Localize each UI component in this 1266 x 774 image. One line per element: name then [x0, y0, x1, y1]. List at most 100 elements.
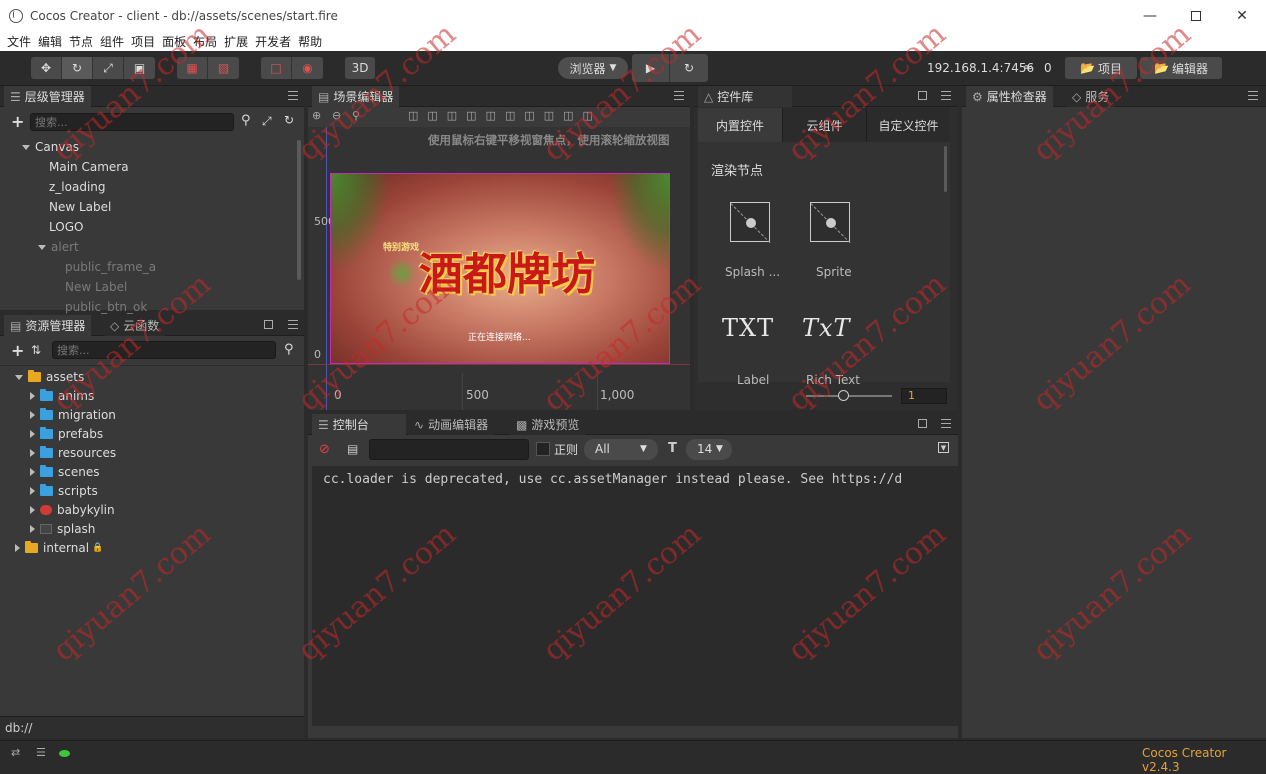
asset-item[interactable]: assets: [15, 367, 84, 387]
close-button[interactable]: ✕: [1219, 0, 1265, 31]
open-project-button[interactable]: 📂 项目: [1065, 57, 1137, 79]
richtext-txt-icon[interactable]: TxT: [802, 314, 851, 342]
menu-icon[interactable]: [941, 419, 951, 428]
zoom-slider-track[interactable]: [806, 395, 892, 397]
collapse-arrow-icon[interactable]: [30, 525, 35, 533]
tab-services[interactable]: ◇ 服务: [1066, 86, 1116, 107]
hierarchy-search-input[interactable]: 搜索...: [30, 113, 234, 131]
regex-checkbox[interactable]: [536, 442, 550, 456]
maximize-panel-icon[interactable]: [264, 320, 273, 329]
local-pivot-icon[interactable]: ▦: [177, 57, 208, 79]
library-scrollbar[interactable]: [944, 146, 947, 192]
font-size-select[interactable]: 14 ▼: [686, 439, 732, 460]
collapse-arrow-icon[interactable]: [30, 449, 35, 457]
menu-project[interactable]: 项目: [131, 33, 155, 50]
tree-node[interactable]: alert: [38, 237, 79, 257]
search-icon[interactable]: ⚲: [284, 342, 294, 357]
tab-animation-editor[interactable]: ∿ 动画编辑器: [408, 414, 495, 435]
menu-extension[interactable]: 扩展: [224, 33, 248, 50]
zoom-out-icon[interactable]: ⊖: [332, 109, 341, 122]
align-tools-icon[interactable]: ◫◫◫◫◫◫◫◫◫◫: [408, 109, 602, 122]
tab-hierarchy[interactable]: ☰ 层级管理器: [4, 86, 91, 107]
maximize-button[interactable]: [1173, 0, 1219, 31]
menu-icon[interactable]: [941, 91, 951, 100]
tree-node[interactable]: LOGO: [38, 217, 83, 237]
open-editor-button[interactable]: 📂 编辑器: [1140, 57, 1222, 79]
minimize-button[interactable]: —: [1127, 0, 1173, 31]
refresh-icon[interactable]: ↻: [670, 54, 708, 82]
rect-tool-icon[interactable]: ▣: [124, 57, 155, 79]
menu-icon[interactable]: [674, 91, 684, 100]
expand-arrow-icon[interactable]: [38, 244, 46, 250]
asset-item[interactable]: prefabs: [30, 424, 103, 444]
rotate-tool-icon[interactable]: ↻: [62, 57, 93, 79]
zoom-reset-icon[interactable]: ⚲: [352, 109, 360, 122]
tab-library[interactable]: △ 控件库: [698, 86, 792, 107]
menu-panel[interactable]: 面板: [162, 33, 186, 50]
tab-inspector[interactable]: ⚙ 属性检查器: [966, 86, 1053, 107]
label-txt-icon[interactable]: TXT: [722, 314, 774, 342]
maximize-panel-icon[interactable]: [918, 91, 927, 100]
tab-cloud-functions[interactable]: ◇ 云函数: [104, 315, 166, 336]
global-pivot-icon[interactable]: ▧: [208, 57, 239, 79]
preview-target-select[interactable]: 浏览器 ▼: [558, 57, 628, 79]
image-placeholder-icon[interactable]: [730, 202, 770, 242]
collapse-arrow-icon[interactable]: [30, 506, 35, 514]
play-icon[interactable]: ▶: [632, 54, 670, 82]
collapse-console-icon[interactable]: ▼: [938, 442, 949, 453]
menu-icon[interactable]: [1248, 91, 1258, 100]
image-placeholder-icon[interactable]: [810, 202, 850, 242]
zoom-slider-handle[interactable]: [838, 390, 849, 401]
asset-item[interactable]: resources: [30, 443, 116, 463]
collapse-arrow-icon[interactable]: [30, 468, 35, 476]
assets-search-input[interactable]: 搜索...: [52, 341, 276, 359]
subtab-custom[interactable]: 自定义控件: [866, 108, 950, 142]
subtab-builtin[interactable]: 内置控件: [698, 108, 782, 142]
tab-console[interactable]: ☰ 控制台: [312, 414, 406, 435]
tab-assets[interactable]: ▤ 资源管理器: [4, 315, 92, 336]
search-icon[interactable]: ⚲: [241, 113, 251, 128]
asset-item[interactable]: internal 🔒: [15, 538, 103, 558]
asset-item[interactable]: anims: [30, 386, 94, 406]
collapse-arrow-icon[interactable]: [30, 411, 35, 419]
console-filter-input[interactable]: [369, 439, 529, 460]
tree-node[interactable]: Canvas: [22, 137, 79, 157]
tree-node[interactable]: public_btn_ok: [54, 297, 147, 317]
collapse-arrow-icon[interactable]: [30, 487, 35, 495]
log-level-select[interactable]: All ▼: [584, 439, 658, 460]
add-node-icon[interactable]: +: [11, 112, 24, 131]
tree-node[interactable]: New Label: [54, 277, 127, 297]
expand-arrow-icon[interactable]: [15, 374, 23, 380]
gizmo-rect-icon[interactable]: □: [261, 57, 292, 79]
hierarchy-scrollbar[interactable]: [297, 140, 301, 280]
tree-node[interactable]: New Label: [38, 197, 111, 217]
maximize-panel-icon[interactable]: [918, 419, 927, 428]
tree-node[interactable]: z_loading: [38, 177, 106, 197]
scale-tool-icon[interactable]: ⤢: [93, 57, 124, 79]
tree-node[interactable]: public_frame_a: [54, 257, 156, 277]
menu-component[interactable]: 组件: [100, 33, 124, 50]
expand-arrow-icon[interactable]: [22, 144, 30, 150]
menu-file[interactable]: 文件: [7, 33, 31, 50]
asset-item[interactable]: scripts: [30, 481, 98, 501]
menu-developer[interactable]: 开发者: [255, 33, 291, 50]
zoom-in-icon[interactable]: ⊕: [312, 109, 321, 122]
zoom-value-input[interactable]: 1: [901, 388, 947, 404]
menu-layout[interactable]: 布局: [193, 33, 217, 50]
menu-help[interactable]: 帮助: [298, 33, 322, 50]
collapse-arrow-icon[interactable]: [15, 544, 20, 552]
collapse-arrow-icon[interactable]: [30, 430, 35, 438]
sync-icon[interactable]: ⇄: [11, 746, 20, 759]
asset-item[interactable]: splash: [30, 519, 95, 539]
toggle-3d-button[interactable]: 3D: [345, 57, 375, 79]
asset-item[interactable]: migration: [30, 405, 116, 425]
asset-item[interactable]: babykylin: [30, 500, 115, 520]
menu-node[interactable]: 节点: [69, 33, 93, 50]
database-icon[interactable]: ☰: [36, 746, 46, 759]
tab-scene[interactable]: ▤ 场景编辑器: [312, 86, 400, 107]
asset-item[interactable]: scenes: [30, 462, 99, 482]
menu-icon[interactable]: [288, 320, 298, 329]
menu-icon[interactable]: [288, 91, 298, 100]
menu-edit[interactable]: 编辑: [38, 33, 62, 50]
subtab-cloud[interactable]: 云组件: [782, 108, 866, 142]
